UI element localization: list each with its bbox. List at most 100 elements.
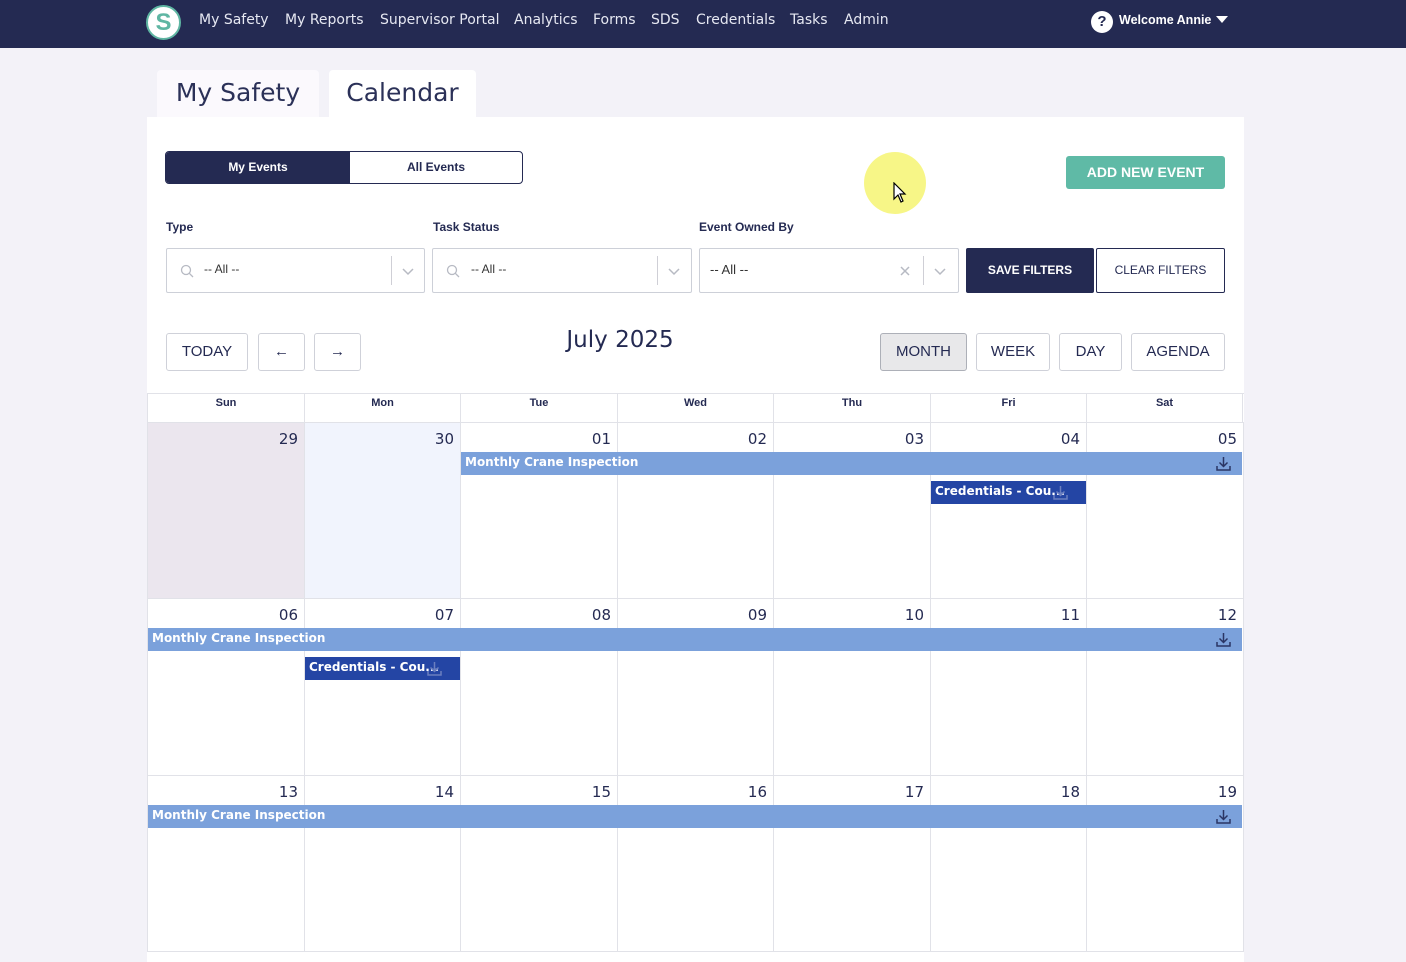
nav-item-credentials[interactable]: Credentials	[696, 12, 775, 28]
nav-item-analytics[interactable]: Analytics	[514, 12, 578, 28]
day-cell[interactable]: 12	[1086, 599, 1244, 776]
download-icon[interactable]	[426, 660, 443, 677]
day-number[interactable]: 04	[1061, 430, 1080, 448]
clear-filters-button[interactable]: CLEAR FILTERS	[1096, 248, 1225, 293]
day-number[interactable]: 06	[279, 606, 298, 624]
events-toggle: My Events All Events	[165, 151, 523, 184]
tab-my-safety[interactable]: My Safety	[157, 70, 319, 118]
day-cell[interactable]: 14	[304, 776, 460, 952]
day-number[interactable]: 12	[1218, 606, 1237, 624]
agenda-view-button[interactable]: AGENDA	[1131, 333, 1225, 371]
day-number[interactable]: 13	[279, 783, 298, 801]
day-number[interactable]: 19	[1218, 783, 1237, 801]
event-monthly-crane-inspection[interactable]: Monthly Crane Inspection	[148, 805, 1242, 828]
welcome-user[interactable]: Welcome Annie	[1119, 13, 1211, 27]
day-number[interactable]: 29	[279, 430, 298, 448]
user-menu-caret-icon[interactable]	[1216, 16, 1228, 23]
task-status-filter-select[interactable]: -- All --	[432, 248, 692, 293]
add-new-event-button[interactable]: ADD NEW EVENT	[1066, 156, 1225, 189]
nav-item-tasks[interactable]: Tasks	[790, 12, 828, 28]
top-nav: S My Safety My Reports Supervisor Portal…	[0, 0, 1406, 48]
nav-item-supervisor-portal[interactable]: Supervisor Portal	[380, 12, 499, 28]
day-cell[interactable]: 06	[147, 599, 304, 776]
event-monthly-crane-inspection[interactable]: Monthly Crane Inspection	[461, 452, 1242, 475]
week-view-button[interactable]: WEEK	[976, 333, 1050, 371]
tab-calendar[interactable]: Calendar	[329, 70, 476, 118]
day-view-button[interactable]: DAY	[1059, 333, 1122, 371]
event-title: Monthly Crane Inspection	[152, 631, 326, 645]
month-grid: Sun Mon Tue Wed Thu Fri Sat 29 30 01 02 …	[147, 393, 1244, 962]
day-number[interactable]: 03	[905, 430, 924, 448]
download-icon[interactable]	[1215, 455, 1232, 472]
day-number[interactable]: 11	[1061, 606, 1080, 624]
day-number[interactable]: 08	[592, 606, 611, 624]
day-cell[interactable]: 01	[460, 423, 617, 599]
day-cell[interactable]: 04	[930, 423, 1086, 599]
event-credentials[interactable]: Credentials - Cou...	[931, 481, 1086, 504]
today-button[interactable]: TODAY	[166, 333, 248, 371]
day-number[interactable]: 17	[905, 783, 924, 801]
day-cell[interactable]: 03	[773, 423, 930, 599]
my-events-button[interactable]: My Events	[166, 152, 350, 183]
download-icon[interactable]	[1215, 631, 1232, 648]
download-icon[interactable]	[1052, 484, 1069, 501]
day-number[interactable]: 05	[1218, 430, 1237, 448]
day-number[interactable]: 09	[748, 606, 767, 624]
event-title: Monthly Crane Inspection	[152, 808, 326, 822]
day-cell[interactable]: 30	[304, 423, 460, 599]
day-cell[interactable]: 18	[930, 776, 1086, 952]
day-cell[interactable]: 16	[617, 776, 773, 952]
prev-month-button[interactable]: ←	[258, 333, 305, 371]
event-credentials[interactable]: Credentials - Cou...	[305, 657, 460, 680]
select-separator	[923, 256, 924, 285]
day-cell[interactable]: 17	[773, 776, 930, 952]
day-cell[interactable]: 02	[617, 423, 773, 599]
download-icon[interactable]	[1215, 808, 1232, 825]
chevron-down-icon[interactable]	[401, 264, 415, 278]
type-filter-label: Type	[166, 220, 194, 234]
day-number[interactable]: 16	[748, 783, 767, 801]
month-view-button[interactable]: MONTH	[880, 333, 967, 371]
event-owner-filter-value: -- All --	[710, 262, 749, 277]
chevron-down-icon[interactable]	[933, 264, 947, 278]
nav-item-sds[interactable]: SDS	[651, 12, 680, 28]
day-number[interactable]: 18	[1061, 783, 1080, 801]
select-separator	[391, 256, 392, 285]
day-cell[interactable]: 10	[773, 599, 930, 776]
weekday-sun: Sun	[147, 394, 304, 423]
clear-x-icon[interactable]	[899, 265, 911, 277]
event-owner-filter-select[interactable]: -- All --	[699, 248, 959, 293]
day-number[interactable]: 30	[435, 430, 454, 448]
event-monthly-crane-inspection[interactable]: Monthly Crane Inspection	[148, 628, 1242, 651]
day-number[interactable]: 07	[435, 606, 454, 624]
save-filters-button[interactable]: SAVE FILTERS	[966, 248, 1094, 293]
day-cell[interactable]: 07	[304, 599, 460, 776]
app-logo[interactable]: S	[146, 5, 181, 40]
day-cell[interactable]: 13	[147, 776, 304, 952]
day-number[interactable]: 15	[592, 783, 611, 801]
task-status-filter-label: Task Status	[433, 220, 500, 234]
task-status-filter-value: -- All --	[471, 262, 507, 276]
day-cell[interactable]: 05	[1086, 423, 1244, 599]
day-cell[interactable]: 11	[930, 599, 1086, 776]
day-number[interactable]: 01	[592, 430, 611, 448]
day-cell[interactable]: 29	[147, 423, 304, 599]
day-cell[interactable]: 15	[460, 776, 617, 952]
nav-item-forms[interactable]: Forms	[593, 12, 636, 28]
event-owner-filter-label: Event Owned By	[699, 220, 794, 234]
chevron-down-icon[interactable]	[667, 264, 681, 278]
day-cell[interactable]: 09	[617, 599, 773, 776]
type-filter-select[interactable]: -- All --	[166, 248, 425, 293]
day-number[interactable]: 02	[748, 430, 767, 448]
nav-item-my-reports[interactable]: My Reports	[285, 12, 364, 28]
help-icon[interactable]: ?	[1091, 11, 1113, 33]
nav-item-admin[interactable]: Admin	[844, 12, 889, 28]
day-cell[interactable]: 19	[1086, 776, 1244, 952]
next-month-button[interactable]: →	[314, 333, 361, 371]
nav-item-my-safety[interactable]: My Safety	[199, 12, 269, 28]
weekday-mon: Mon	[304, 394, 460, 423]
all-events-button[interactable]: All Events	[350, 152, 522, 183]
day-number[interactable]: 10	[905, 606, 924, 624]
day-number[interactable]: 14	[435, 783, 454, 801]
day-cell[interactable]: 08	[460, 599, 617, 776]
